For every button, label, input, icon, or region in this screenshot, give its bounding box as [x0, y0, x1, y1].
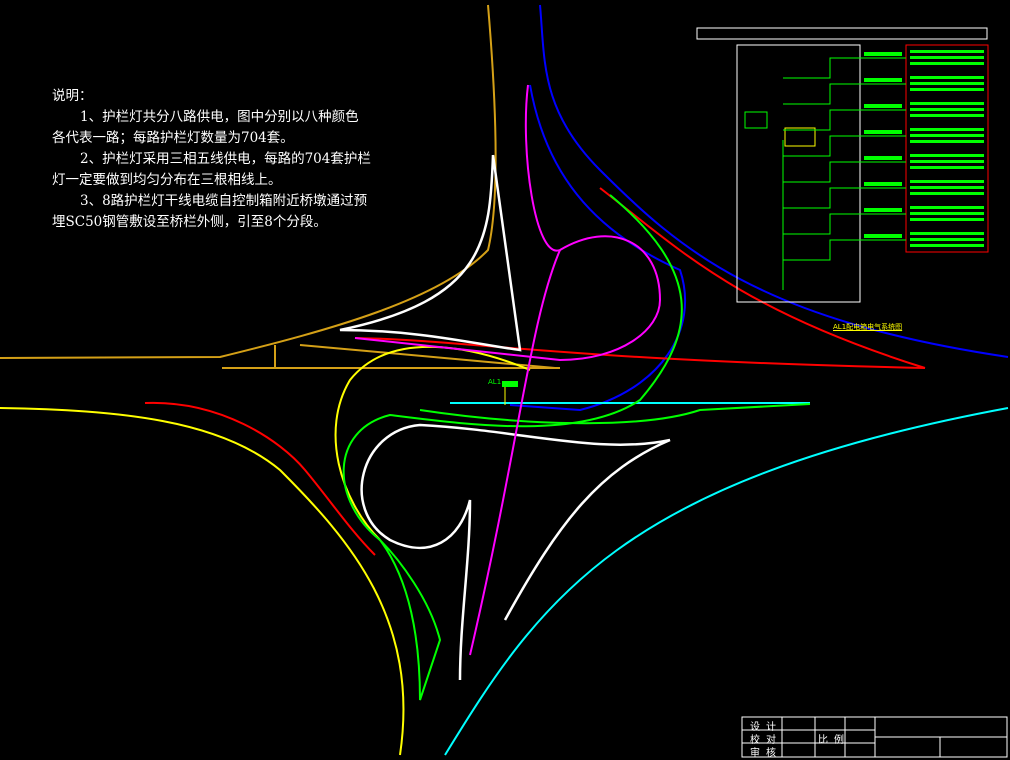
circuit-yellow-line [0, 407, 405, 756]
cad-drawing-canvas: { "notes": { "heading": "说明：", "line1a":… [0, 0, 1010, 760]
schematic-branch-line [783, 213, 906, 235]
note-2b: 灯一定要做到均匀分布在三根相线上。 [52, 172, 282, 188]
schematic-branch-line [783, 109, 906, 131]
schematic-branch-line [783, 83, 906, 105]
schematic-table-row [910, 238, 984, 241]
schematic-table-row [910, 102, 984, 105]
schematic-table-row [910, 50, 984, 53]
schematic-table-row [910, 244, 984, 247]
schematic-table-row [910, 134, 984, 137]
schematic-table-row [910, 76, 984, 79]
schematic-branch-label [864, 156, 902, 160]
schematic-branches [783, 50, 984, 261]
schematic-table-row [910, 218, 984, 221]
schematic-meter [744, 111, 768, 129]
schematic-table-row [910, 186, 984, 189]
schematic-caption: AL1配电箱电气系统图 [833, 323, 903, 331]
note-1a: 1、护栏灯共分八路供电，图中分别以八种颜色 [80, 109, 359, 125]
schematic-branch-line [783, 57, 906, 79]
schematic-table-row [910, 82, 984, 85]
design-notes: 说明： 1、护栏灯共分八路供电，图中分别以八种颜色 各代表一路；每路护栏灯数量为… [52, 86, 397, 233]
note-1b: 各代表一路；每路护栏灯数量为704套。 [52, 130, 294, 146]
schematic-branch-line [783, 161, 906, 183]
schematic-table-row [910, 160, 984, 163]
note-2a: 2、护栏灯采用三相五线供电，每路的704套护栏 [80, 151, 371, 167]
circuit-red-line [354, 187, 926, 369]
schematic-breaker [784, 127, 816, 147]
schematic-table-row [910, 88, 984, 91]
schematic-table-row [910, 128, 984, 131]
circuit-magenta-loop [354, 84, 662, 362]
control-box-label: AL1 [488, 378, 502, 386]
schematic-branch-label [864, 234, 902, 238]
schematic-table-row [910, 206, 984, 209]
note-3b: 埋SC50钢管敷设至桥栏外侧，引至8个分段。 [52, 214, 327, 230]
schematic-table-row [910, 166, 984, 169]
schematic-table-row [910, 212, 984, 215]
schematic-branch-label [864, 104, 902, 108]
circuit-red-left [144, 401, 376, 556]
schematic-table-row [910, 56, 984, 59]
schematic-branch-label [864, 78, 902, 82]
schematic-branch-label [864, 182, 902, 186]
title-scale: 比 例 [818, 735, 845, 746]
schematic-table-row [910, 108, 984, 111]
schematic-header [696, 27, 988, 40]
title-review: 审 核 [750, 748, 777, 759]
circuit-white-loop [360, 423, 671, 681]
notes-heading: 说明： [52, 88, 93, 104]
schematic-table-row [910, 154, 984, 157]
schematic-branch-label [864, 208, 902, 212]
schematic-table-row [910, 114, 984, 117]
schematic-table-row [910, 62, 984, 65]
schematic-branch-line [783, 239, 906, 261]
schematic-table-row [910, 192, 984, 195]
schematic-table-row [910, 232, 984, 235]
schematic-branch-line [783, 187, 906, 209]
schematic-branch-label [864, 130, 902, 134]
control-box [502, 381, 518, 387]
schematic-table-row [910, 180, 984, 183]
note-3a: 3、8路护栏灯干线电缆自控制箱附近桥墩通过预 [80, 193, 368, 209]
schematic-table-row [910, 140, 984, 143]
schematic-branch-label [864, 52, 902, 56]
